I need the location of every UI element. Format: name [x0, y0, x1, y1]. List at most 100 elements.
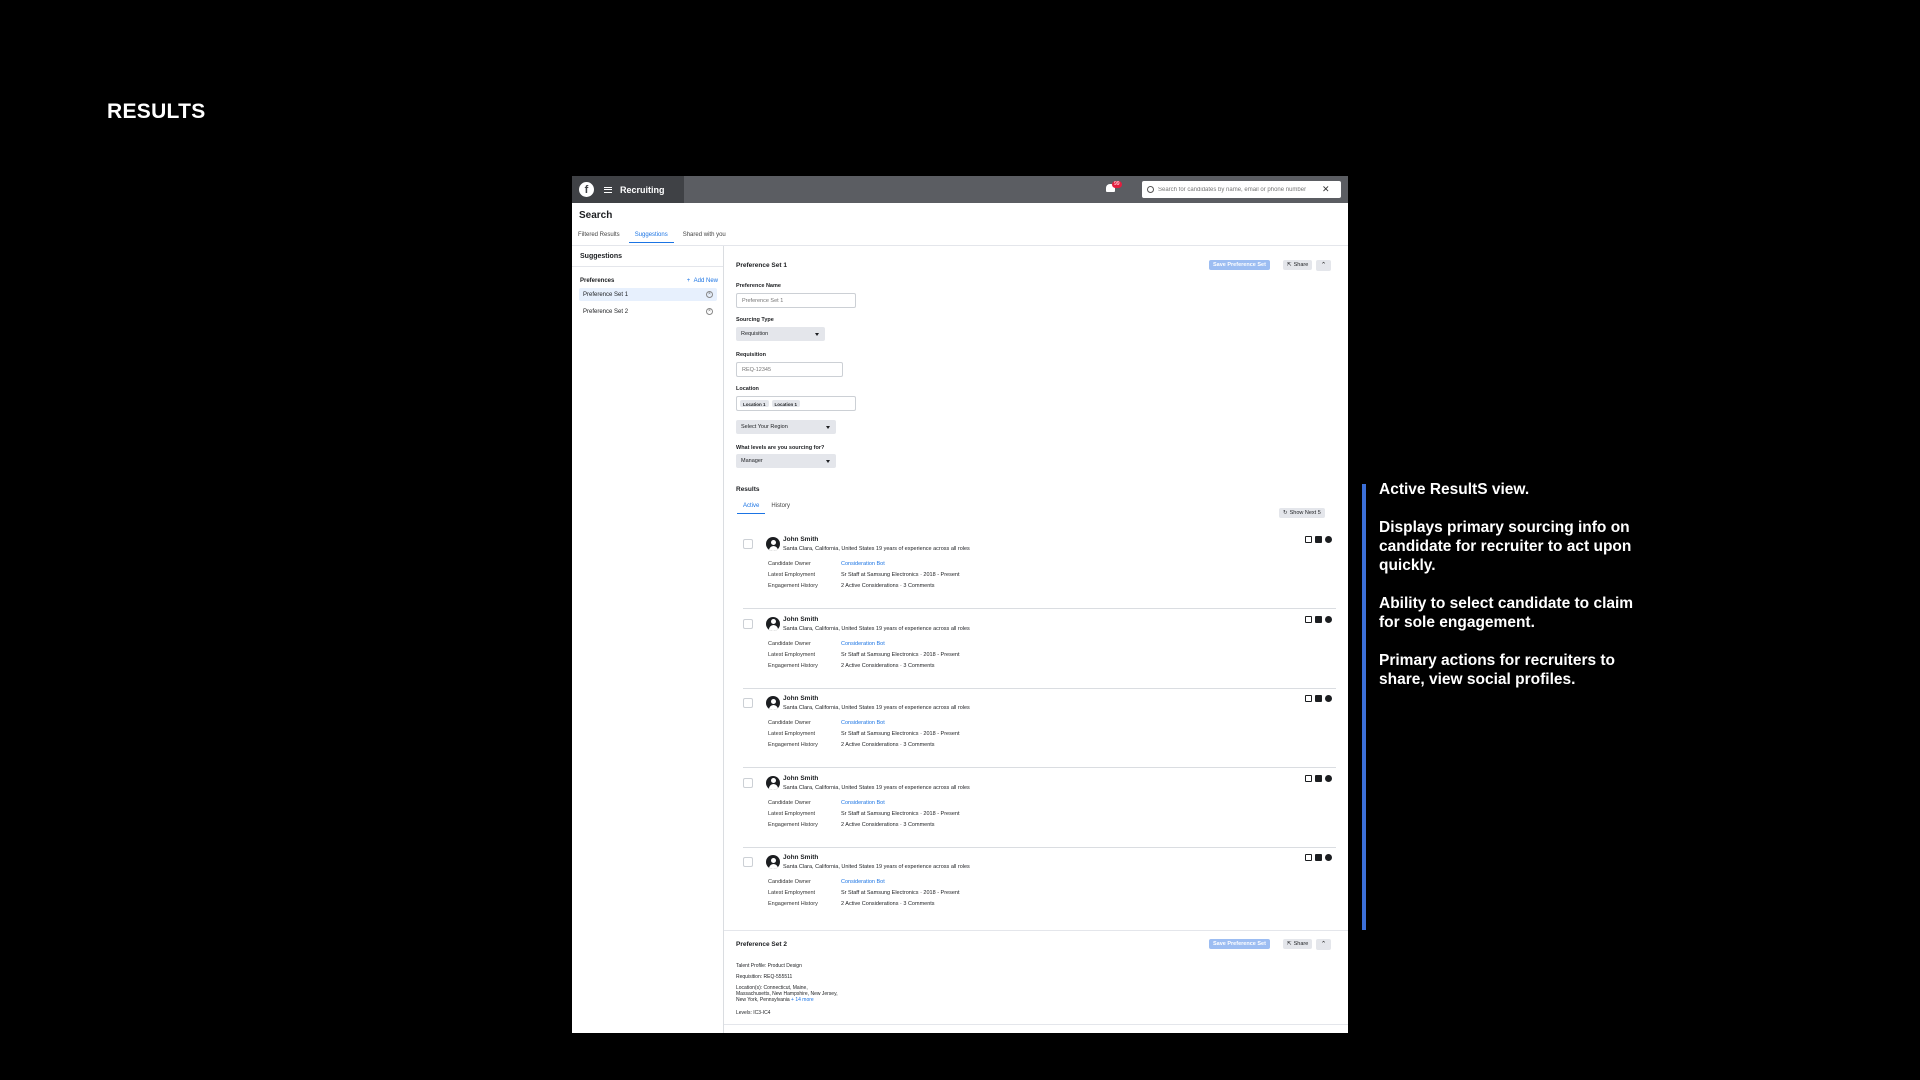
- github-icon[interactable]: [1325, 536, 1332, 543]
- tab-active[interactable]: Active: [737, 503, 766, 514]
- share-external-icon[interactable]: [1305, 615, 1312, 623]
- avatar: [766, 616, 780, 631]
- save-preference-set-2-button[interactable]: Save Preference Set: [1209, 939, 1270, 949]
- facebook-logo-icon[interactable]: f: [579, 182, 594, 197]
- engagement-history-row: Engagement History 2 Active Consideration…: [768, 583, 935, 589]
- tab-suggestions[interactable]: Suggestions: [628, 232, 674, 243]
- linkedin-icon[interactable]: [1315, 695, 1322, 702]
- candidate-name[interactable]: John Smith: [783, 695, 818, 702]
- linkedin-icon[interactable]: [1315, 536, 1322, 543]
- show-next-label: Show Next 5: [1289, 510, 1321, 516]
- region-select[interactable]: Select Your Region: [736, 420, 836, 434]
- select-candidate-checkbox[interactable]: [743, 698, 753, 708]
- candidate-owner-link[interactable]: Consideration Bot: [841, 720, 885, 726]
- sidebar-item-preference-set-2[interactable]: Preference Set 2 ×: [579, 305, 717, 318]
- candidate-owner-link[interactable]: Consideration Bot: [841, 800, 885, 806]
- github-icon[interactable]: [1325, 615, 1332, 623]
- candidate-name[interactable]: John Smith: [783, 775, 818, 782]
- preferences-label: Preferences: [580, 278, 615, 284]
- field-label: Engagement History: [768, 583, 818, 589]
- tab-history[interactable]: History: [765, 503, 796, 514]
- close-icon[interactable]: ✕: [1322, 184, 1330, 195]
- preferences-header: Preferences + Add New: [580, 278, 718, 284]
- show-next-button[interactable]: ↻ Show Next 5: [1279, 508, 1325, 518]
- candidate-actions: [1305, 615, 1332, 623]
- requisition-input[interactable]: [736, 362, 843, 377]
- github-icon[interactable]: [1325, 695, 1332, 702]
- caret-down-icon: [815, 332, 819, 336]
- add-new-button[interactable]: + Add New: [687, 278, 718, 284]
- candidate-summary: Santa Clara, California, United States 1…: [783, 546, 970, 552]
- candidate-card: John Smith Santa Clara, California, Unite…: [736, 769, 1336, 849]
- notification-badge: 99: [1112, 181, 1122, 188]
- refresh-icon: ↻: [1283, 510, 1288, 516]
- location-chip[interactable]: Location 1: [771, 400, 801, 407]
- candidate-owner-link[interactable]: Consideration Bot: [841, 879, 885, 885]
- share-external-icon[interactable]: [1305, 536, 1312, 543]
- latest-employment-value: Sr Staff at Samsung Electronics · 2018 -…: [841, 890, 960, 896]
- engagement-history-value: 2 Active Considerations · 3 Comments: [841, 742, 935, 748]
- select-candidate-checkbox[interactable]: [743, 539, 753, 549]
- search-input[interactable]: [1158, 186, 1318, 193]
- candidate-owner-link[interactable]: Consideration Bot: [841, 561, 885, 567]
- engagement-history-row: Engagement History 2 Active Consideration…: [768, 742, 935, 748]
- sidebar-item-preference-set-1[interactable]: Preference Set 1 ×: [579, 288, 717, 301]
- candidate-actions: [1305, 536, 1332, 543]
- share-button[interactable]: ⇱ Share: [1283, 260, 1313, 270]
- location-input[interactable]: Location 1 Location 1: [736, 396, 856, 411]
- sourcing-type-select[interactable]: Requisition: [736, 327, 825, 341]
- candidate-summary: Santa Clara, California, United States 1…: [783, 864, 970, 870]
- levels-summary: Levels: IC3-IC4: [736, 1010, 771, 1016]
- levels-label: What levels are you sourcing for?: [736, 445, 825, 451]
- candidate-owner-link[interactable]: Consideration Bot: [841, 641, 885, 647]
- share-external-icon[interactable]: [1305, 695, 1312, 702]
- sourcing-type-value: Requisition: [741, 331, 769, 337]
- candidate-name[interactable]: John Smith: [783, 536, 818, 543]
- latest-employment-value: Sr Staff at Samsung Electronics · 2018 -…: [841, 572, 960, 578]
- save-preference-set-button[interactable]: Save Preference Set: [1209, 260, 1270, 270]
- preference-set-2-title: Preference Set 2: [736, 941, 787, 948]
- select-candidate-checkbox[interactable]: [743, 777, 753, 788]
- latest-employment-row: Latest Employment Sr Staff at Samsung Ele…: [768, 652, 960, 658]
- collapse-button-2[interactable]: ⌃: [1316, 939, 1331, 950]
- candidate-name[interactable]: John Smith: [783, 616, 818, 623]
- linkedin-icon[interactable]: [1315, 774, 1322, 782]
- hamburger-menu-icon[interactable]: [604, 186, 612, 193]
- page-title: Search: [579, 210, 613, 221]
- linkedin-icon[interactable]: [1315, 615, 1322, 623]
- remove-icon[interactable]: ×: [706, 308, 713, 315]
- remove-icon[interactable]: ×: [706, 291, 713, 298]
- share-button-2[interactable]: ⇱ Share: [1283, 939, 1313, 949]
- github-icon[interactable]: [1325, 854, 1332, 861]
- latest-employment-value: Sr Staff at Samsung Electronics · 2018 -…: [841, 651, 960, 658]
- notification-bell-icon[interactable]: 99: [1106, 181, 1122, 194]
- location-chip[interactable]: Location 1: [740, 400, 769, 407]
- share-icon: ⇱: [1287, 941, 1292, 947]
- avatar: [766, 696, 780, 710]
- select-candidate-checkbox[interactable]: [743, 857, 753, 867]
- engagement-history-row: Engagement History 2 Active Consideration…: [768, 822, 935, 828]
- preference-name-input[interactable]: [736, 293, 856, 308]
- github-icon[interactable]: [1325, 774, 1332, 782]
- show-more-locations-link[interactable]: + 14 more: [791, 997, 814, 1003]
- candidate-name[interactable]: John Smith: [783, 854, 818, 861]
- talent-profile: Talent Profile: Product Design: [736, 963, 802, 969]
- linkedin-icon[interactable]: [1315, 854, 1322, 861]
- annotation-1: Active ResultS view.: [1379, 481, 1530, 498]
- candidate-owner-row: Candidate Owner Consideration Bot: [768, 561, 885, 567]
- share-external-icon[interactable]: [1305, 854, 1312, 861]
- collapse-button[interactable]: ⌃: [1316, 260, 1331, 271]
- tab-shared-with-you[interactable]: Shared with you: [683, 232, 726, 243]
- tab-filtered-results[interactable]: Filtered Results: [578, 232, 620, 243]
- preference-name-label: Preference Name: [736, 283, 781, 289]
- latest-employment-row: Latest Employment Sr Staff at Samsung Ele…: [768, 731, 960, 737]
- main-content: Preference Set 1 Save Preference Set ⇱ Sh…: [724, 246, 1348, 1033]
- avatar: [766, 775, 780, 790]
- levels-select[interactable]: Manager: [736, 454, 836, 468]
- avatar: [766, 855, 780, 869]
- share-external-icon[interactable]: [1305, 774, 1312, 782]
- select-candidate-checkbox[interactable]: [743, 618, 753, 629]
- sidebar-item-label: Preference Set 1: [583, 291, 629, 298]
- top-bar: f Recruiting 99 ✕: [572, 176, 1348, 203]
- field-label: Latest Employment: [768, 651, 816, 658]
